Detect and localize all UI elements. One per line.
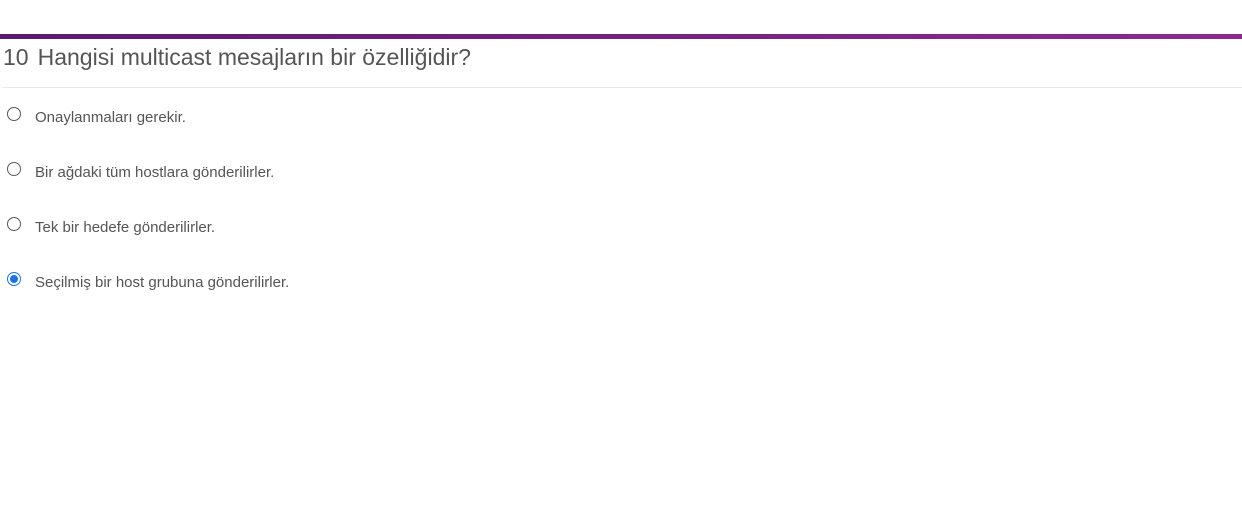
accent-bar (0, 34, 1242, 39)
answer-option-3[interactable]: Tek bir hedefe gönderilirler. (0, 210, 600, 240)
radio-button[interactable] (7, 217, 21, 231)
radio-button[interactable] (7, 107, 21, 121)
question-header: 10 Hangisi multicast mesajların bir özel… (3, 42, 471, 72)
answer-option-2[interactable]: Bir ağdaki tüm hostlara gönderilirler. (0, 155, 600, 185)
question-text: Hangisi multicast mesajların bir özelliğ… (37, 43, 471, 70)
divider (3, 87, 1242, 88)
question-number: 10 (3, 43, 29, 70)
answer-option-label: Onaylanmaları gerekir. (35, 109, 186, 126)
radio-button[interactable] (7, 272, 21, 286)
answer-option-4[interactable]: Seçilmiş bir host grubuna gönderilirler. (0, 265, 600, 295)
answer-option-label: Bir ağdaki tüm hostlara gönderilirler. (35, 164, 275, 181)
quiz-page: 10 Hangisi multicast mesajların bir özel… (0, 0, 1242, 512)
radio-button[interactable] (7, 162, 21, 176)
answer-option-label: Seçilmiş bir host grubuna gönderilirler. (35, 274, 290, 291)
answer-option-1[interactable]: Onaylanmaları gerekir. (0, 100, 600, 130)
answer-option-label: Tek bir hedefe gönderilirler. (35, 219, 216, 236)
